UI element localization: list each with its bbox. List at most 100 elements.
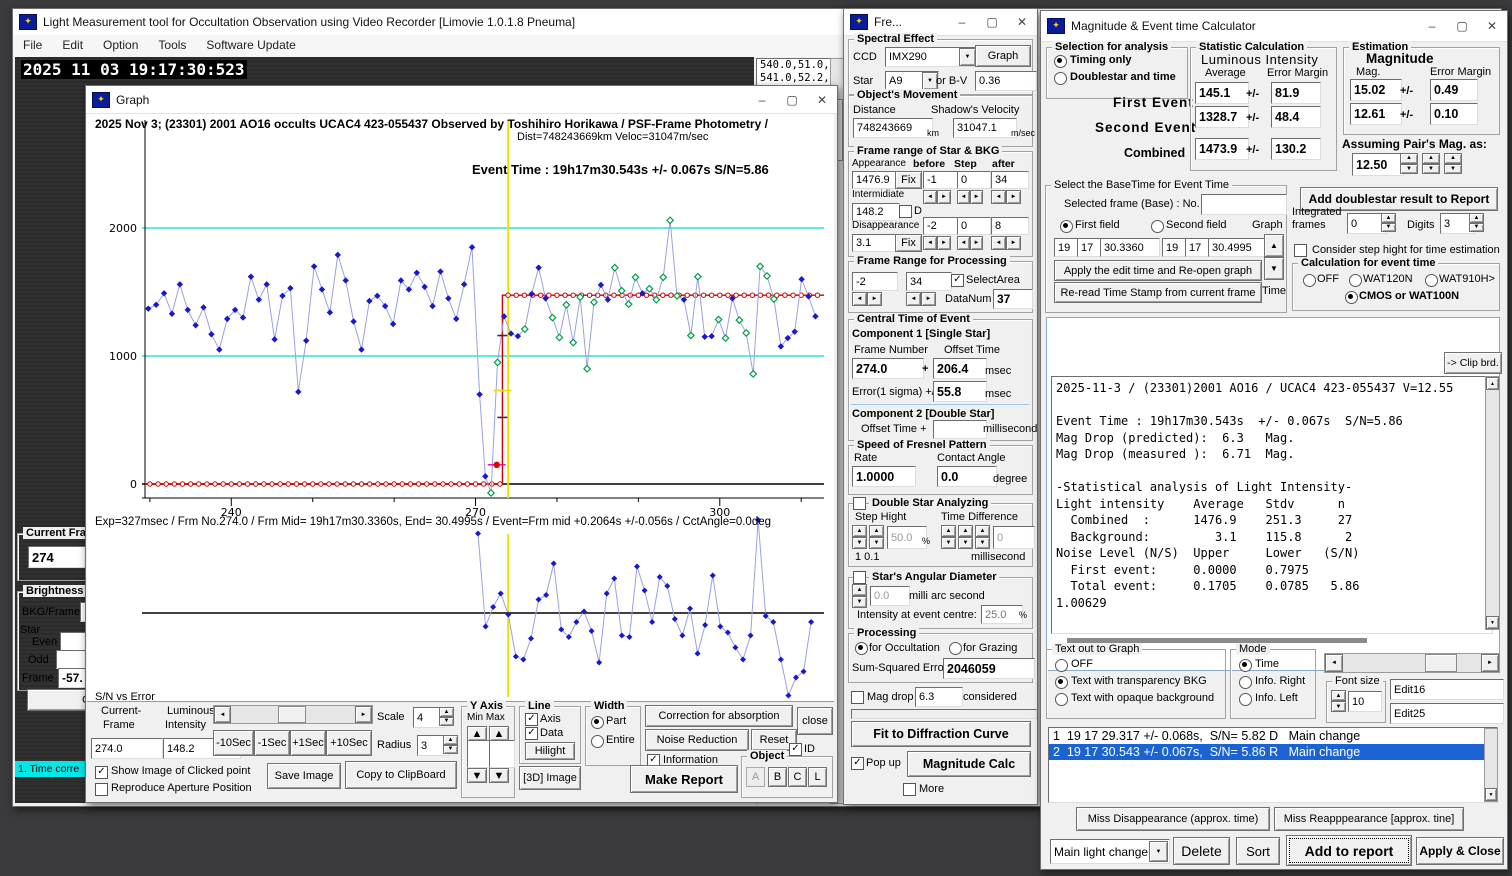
scale-spinner[interactable]: [439, 707, 454, 726]
data-checkbox[interactable]: [525, 727, 538, 740]
current-frame-field[interactable]: 274.0: [91, 738, 163, 759]
ymin-up-icon[interactable]: [467, 726, 487, 741]
maximize-icon[interactable]: [777, 86, 807, 113]
integrated-spin[interactable]: [1381, 213, 1396, 232]
td-spin-a[interactable]: [941, 525, 956, 549]
reproduce-aperture-checkbox[interactable]: [95, 783, 108, 796]
dropdown-icon[interactable]: [1149, 841, 1168, 862]
t1-sec[interactable]: 30.3360: [1100, 238, 1160, 257]
light-curve-chart[interactable]: 240 270 300010002000: [87, 114, 832, 700]
close-icon[interactable]: [807, 86, 837, 113]
digits-spin[interactable]: [1469, 213, 1484, 232]
before-spin[interactable]: [923, 190, 951, 204]
second-avg-field[interactable]: 1328.7: [1195, 106, 1249, 128]
mode-right-radio[interactable]: [1239, 676, 1252, 689]
copy-clipboard-button[interactable]: Copy to ClipBoard: [345, 761, 457, 789]
before2-spin[interactable]: [923, 236, 951, 250]
disappearance-field[interactable]: 3.1: [852, 234, 900, 252]
off-radio[interactable]: [1303, 274, 1316, 287]
from-spin[interactable]: [852, 292, 882, 306]
sse-field[interactable]: 2046059: [943, 658, 1035, 679]
menu-option[interactable]: Option: [93, 35, 148, 57]
miss-reappearance-button[interactable]: Miss Reapppearance [approx. tine]: [1274, 807, 1464, 831]
angular-field[interactable]: 0.0: [870, 586, 910, 606]
font-size-field[interactable]: 10: [1348, 691, 1382, 712]
spin-up-icon[interactable]: [439, 707, 454, 717]
noise-reduction-button[interactable]: Noise Reduction: [645, 729, 749, 751]
mag2-field[interactable]: 12.61: [1350, 103, 1402, 125]
before-field[interactable]: -1: [923, 171, 959, 189]
cmos-radio[interactable]: [1345, 291, 1358, 304]
star-type-select[interactable]: A9: [885, 71, 939, 91]
intermediate-field[interactable]: 148.2: [852, 203, 900, 221]
axis-checkbox[interactable]: [525, 713, 538, 726]
step-spin[interactable]: [957, 190, 983, 204]
scroll-left-icon[interactable]: [214, 706, 231, 723]
step-hight-field[interactable]: 50.0: [887, 526, 927, 549]
apply-close-button[interactable]: Apply & Close: [1416, 837, 1504, 865]
step-spin-01[interactable]: [869, 525, 884, 549]
scroll-down-icon[interactable]: [1486, 616, 1499, 629]
timing-only-radio[interactable]: [1054, 55, 1067, 68]
light-change-dropdown[interactable]: Main light change: [1050, 839, 1170, 864]
angular-spin[interactable]: [852, 584, 867, 608]
save-image-button[interactable]: Save Image: [267, 763, 341, 789]
offset2-field[interactable]: [933, 420, 987, 439]
menu-tools[interactable]: Tools: [148, 35, 196, 57]
occultation-radio[interactable]: [855, 642, 868, 655]
textout-transparent-radio[interactable]: [1055, 676, 1068, 689]
ymax-up-icon[interactable]: [489, 726, 509, 741]
ymax-track[interactable]: [489, 740, 515, 768]
combined-err-field[interactable]: 130.2: [1271, 138, 1321, 160]
t2-sec[interactable]: 30.4995: [1208, 238, 1268, 257]
fre-titlebar[interactable]: Fre...: [844, 9, 1037, 36]
id-checkbox[interactable]: [789, 743, 802, 756]
menu-file[interactable]: File: [13, 35, 52, 57]
after2-spin[interactable]: [991, 236, 1021, 250]
appearance-field[interactable]: 1476.9: [852, 171, 900, 189]
selectarea-checkbox[interactable]: [951, 274, 964, 287]
second-err-field[interactable]: 48.4: [1271, 106, 1321, 128]
assumed-spin-3[interactable]: [1444, 153, 1462, 174]
spectral-graph-button[interactable]: Graph: [975, 45, 1031, 67]
clip-board-button[interactable]: -> Clip brd.: [1444, 352, 1502, 374]
wat910-radio[interactable]: [1425, 274, 1438, 287]
show-image-checkbox[interactable]: [95, 766, 108, 779]
textout-opaque-radio[interactable]: [1055, 693, 1068, 706]
scroll-right-icon[interactable]: [1481, 654, 1499, 672]
scroll-up-icon[interactable]: [1486, 377, 1499, 390]
close-graph-button[interactable]: close: [797, 707, 833, 735]
mode-left-radio[interactable]: [1239, 693, 1252, 706]
minus-1sec-button[interactable]: -1Sec: [254, 730, 290, 756]
error-sigma-field[interactable]: 55.8: [933, 381, 987, 402]
spin-down-icon[interactable]: [443, 744, 458, 754]
double-star-checkbox[interactable]: [853, 497, 866, 510]
assumed-spin-1[interactable]: [1400, 153, 1418, 174]
edit25-field[interactable]: Edit25: [1390, 703, 1504, 724]
dropdown-icon[interactable]: [959, 48, 976, 66]
selected-frame-field[interactable]: [1201, 194, 1287, 215]
intensity-centre-field[interactable]: 25.0: [981, 605, 1023, 624]
assumed-spin-2[interactable]: [1422, 153, 1440, 174]
plus-10sec-button[interactable]: +10Sec: [326, 730, 372, 756]
consider-step-checkbox[interactable]: [1294, 244, 1307, 257]
step-spin-1[interactable]: [852, 525, 867, 549]
magnitude-calc-button[interactable]: Magnitude Calc: [907, 751, 1031, 777]
fix-disappearance-button[interactable]: Fix: [895, 234, 922, 252]
correction-absorption-button[interactable]: Correction for absorption: [645, 705, 793, 727]
minimize-icon[interactable]: [947, 9, 977, 35]
assumed-mag-field[interactable]: 12.50: [1352, 153, 1404, 176]
spin-up-icon[interactable]: [443, 735, 458, 745]
step2-spin[interactable]: [957, 236, 983, 250]
popup-checkbox[interactable]: [851, 757, 864, 770]
combined-avg-field[interactable]: 1473.9: [1195, 138, 1249, 160]
frame-number-field[interactable]: 274.0: [852, 358, 924, 379]
make-report-button[interactable]: Make Report: [630, 765, 738, 793]
minimize-icon[interactable]: [1417, 11, 1447, 41]
angular-diameter-checkbox[interactable]: [853, 571, 866, 584]
spin-down-icon[interactable]: [439, 716, 454, 726]
offset-time-field[interactable]: 206.4: [933, 358, 987, 379]
entire-radio[interactable]: [591, 735, 604, 748]
doublestar-radio[interactable]: [1054, 72, 1067, 85]
wat120-radio[interactable]: [1349, 274, 1362, 287]
